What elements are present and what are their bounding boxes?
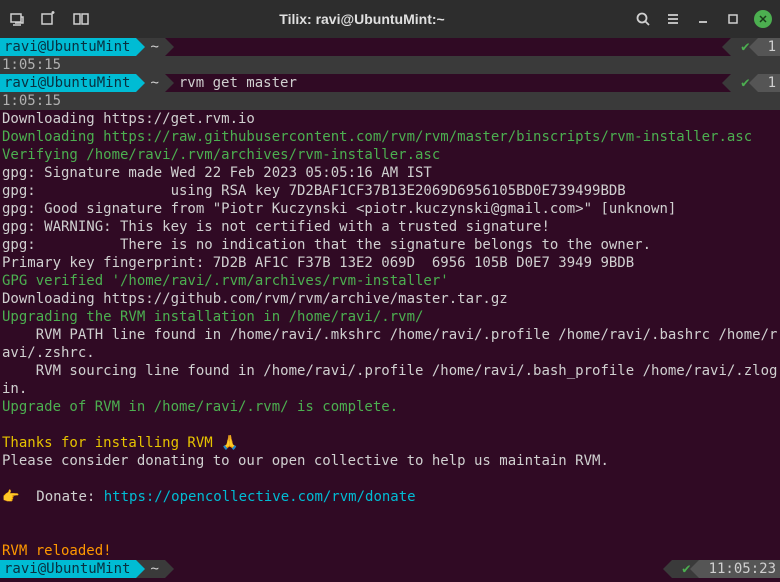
prompt-row-1: ravi@UbuntuMint ~ ✔ 1 bbox=[0, 38, 780, 56]
exit-code: 1 bbox=[758, 38, 780, 56]
blank-line bbox=[0, 524, 780, 542]
out-line: Downloading https://github.com/rvm/rvm/a… bbox=[0, 290, 780, 308]
out-line: Verifying /home/ravi/.rvm/archives/rvm-i… bbox=[0, 146, 780, 164]
blank-line bbox=[0, 416, 780, 434]
out-line: RVM sourcing line found in /home/ravi/.p… bbox=[0, 362, 780, 398]
out-line: Thanks for installing RVM 🙏 bbox=[0, 434, 780, 452]
out-line: GPG verified '/home/ravi/.rvm/archives/r… bbox=[0, 272, 780, 290]
prompt-user: ravi@UbuntuMint bbox=[0, 560, 136, 578]
out-line: 👉 Donate: https://opencollective.com/rvm… bbox=[0, 488, 780, 506]
prompt-row-2: ravi@UbuntuMint ~ rvm get master ✔ 1 bbox=[0, 74, 780, 92]
session-icon[interactable] bbox=[8, 10, 26, 28]
out-line: Please consider donating to our open col… bbox=[0, 452, 780, 470]
minimize-icon[interactable] bbox=[694, 10, 712, 28]
point-right-icon: 👉 bbox=[2, 489, 36, 505]
prompt-user: ravi@UbuntuMint bbox=[0, 38, 136, 56]
pray-icon: 🙏 bbox=[221, 435, 238, 451]
out-line: RVM PATH line found in /home/ravi/.mkshr… bbox=[0, 326, 780, 362]
out-line: gpg: There is no indication that the sig… bbox=[0, 236, 780, 254]
out-line: Downloading https://raw.githubuserconten… bbox=[0, 128, 780, 146]
out-line: gpg: Signature made Wed 22 Feb 2023 05:0… bbox=[0, 164, 780, 182]
timestamp-1: 1:05:15 bbox=[0, 56, 780, 74]
out-line: Upgrade of RVM in /home/ravi/.rvm/ is co… bbox=[0, 398, 780, 416]
prompt-cmd-2: rvm get master bbox=[165, 74, 297, 92]
titlebar: Tilix: ravi@UbuntuMint:~ bbox=[0, 0, 780, 38]
prompt-time: 11:05:23 bbox=[699, 560, 780, 578]
out-line: gpg: WARNING: This key is not certified … bbox=[0, 218, 780, 236]
prompt-user: ravi@UbuntuMint bbox=[0, 74, 136, 92]
new-terminal-icon[interactable] bbox=[40, 10, 58, 28]
out-line: Downloading https://get.rvm.io bbox=[0, 110, 780, 128]
out-line: Upgrading the RVM installation in /home/… bbox=[0, 308, 780, 326]
donate-link[interactable]: https://opencollective.com/rvm/donate bbox=[104, 489, 416, 505]
window-title: Tilix: ravi@UbuntuMint:~ bbox=[90, 11, 634, 27]
out-line: RVM reloaded! bbox=[0, 542, 780, 560]
blank-line bbox=[0, 470, 780, 488]
out-line: gpg: using RSA key 7D2BAF1CF37B13E2069D6… bbox=[0, 182, 780, 200]
out-line: gpg: Good signature from "Piotr Kuczynsk… bbox=[0, 200, 780, 218]
search-icon[interactable] bbox=[634, 10, 652, 28]
maximize-icon[interactable] bbox=[724, 10, 742, 28]
prompt-row-3: ravi@UbuntuMint ~ ✔ 11:05:23 bbox=[0, 560, 780, 578]
split-icon[interactable] bbox=[72, 10, 90, 28]
close-icon[interactable] bbox=[754, 10, 772, 28]
out-line: Primary key fingerprint: 7D2B AF1C F37B … bbox=[0, 254, 780, 272]
blank-line bbox=[0, 506, 780, 524]
timestamp-2: 1:05:15 bbox=[0, 92, 780, 110]
terminal-area[interactable]: ravi@UbuntuMint ~ ✔ 1 1:05:15 ravi@Ubunt… bbox=[0, 38, 780, 582]
menu-icon[interactable] bbox=[664, 10, 682, 28]
exit-code: 1 bbox=[758, 74, 780, 92]
